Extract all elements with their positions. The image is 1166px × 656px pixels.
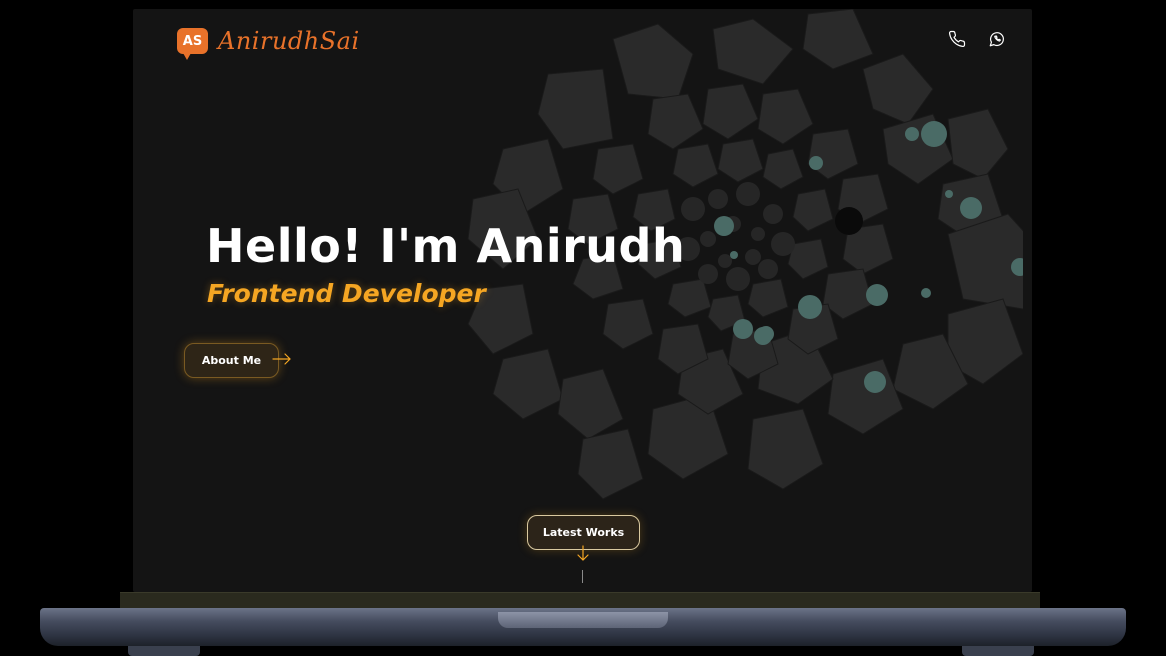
arrow-right-icon <box>272 353 291 365</box>
polygon-pattern-decoration <box>467 9 1023 500</box>
screen: AS AnirudhSai Hello! I'm Anirudh Fronten… <box>133 9 1032 592</box>
whatsapp-icon[interactable] <box>988 30 1006 48</box>
laptop-foot-right <box>962 646 1034 656</box>
arrow-down-icon <box>577 545 589 561</box>
logo-badge: AS <box>177 28 208 60</box>
hero-title: Hello! I'm Anirudh <box>206 219 686 273</box>
logo-text: AnirudhSai <box>218 27 360 55</box>
phone-icon[interactable] <box>948 30 966 48</box>
about-me-button[interactable]: About Me <box>184 343 279 378</box>
scroll-indicator <box>582 570 583 583</box>
contact-icons <box>948 30 1006 48</box>
hero-subtitle: Frontend Developer <box>207 279 486 308</box>
laptop-foot-left <box>128 646 200 656</box>
laptop-notch <box>498 612 668 628</box>
logo[interactable]: AS AnirudhSai <box>177 27 360 60</box>
